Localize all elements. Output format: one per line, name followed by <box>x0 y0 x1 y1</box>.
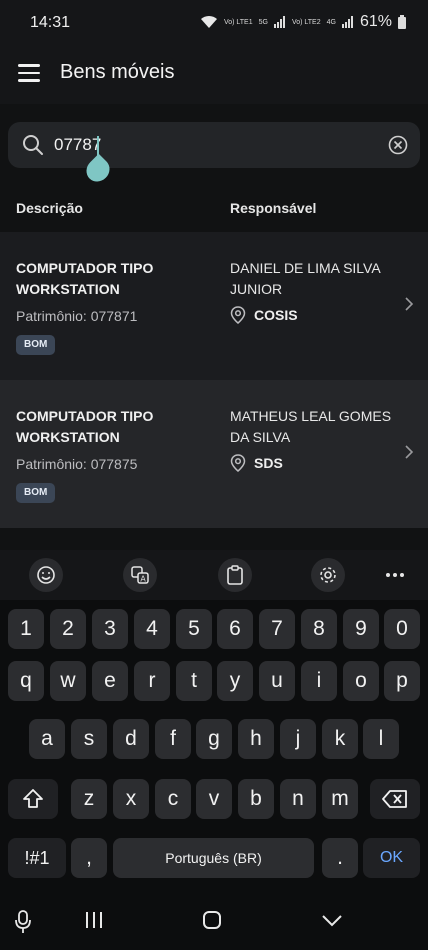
key-k[interactable]: k <box>322 719 358 759</box>
battery-level: 61% <box>359 13 392 30</box>
signal-icon <box>341 16 353 28</box>
key-f[interactable]: f <box>155 719 191 759</box>
5g-tag: 5G <box>258 18 268 26</box>
key-g[interactable]: g <box>196 719 232 759</box>
emoji-icon[interactable] <box>29 558 63 592</box>
keyboard: 1 2 3 4 5 6 7 8 9 0 q w e r t y u i o p … <box>0 600 428 896</box>
gear-icon[interactable] <box>311 558 345 592</box>
translate-icon[interactable]: A <box>123 558 157 592</box>
key-2[interactable]: 2 <box>50 609 86 649</box>
comma-key[interactable]: , <box>71 838 107 878</box>
search-icon <box>23 135 43 155</box>
row-location: SDS <box>230 454 283 472</box>
row-patrimonio: Patrimônio: 077875 <box>16 456 138 472</box>
status-time: 14:31 <box>30 14 71 31</box>
mic-icon[interactable] <box>14 910 32 934</box>
clipboard-icon[interactable] <box>218 558 252 592</box>
key-m[interactable]: m <box>322 779 358 819</box>
key-c[interactable]: c <box>155 779 191 819</box>
key-4[interactable]: 4 <box>134 609 170 649</box>
key-s[interactable]: s <box>71 719 107 759</box>
chevron-right-icon <box>405 445 414 459</box>
column-header-description: Descrição <box>16 200 83 216</box>
key-b[interactable]: b <box>238 779 274 819</box>
back-chevron-icon[interactable] <box>321 914 343 928</box>
system-nav-bar <box>0 896 428 950</box>
keyboard-toolbar: A <box>0 550 428 600</box>
space-key[interactable]: Português (BR) <box>113 838 314 878</box>
column-header-responsible: Responsável <box>230 200 317 216</box>
backspace-key[interactable] <box>370 779 420 819</box>
key-6[interactable]: 6 <box>217 609 253 649</box>
page-title: Bens móveis <box>60 61 175 83</box>
key-y[interactable]: y <box>217 661 253 701</box>
status-bar: 14:31 Vo) LTE1 5G Vo) LTE2 4G 61% <box>0 0 428 46</box>
key-0[interactable]: 0 <box>384 609 420 649</box>
sim1-tag: Vo) LTE1 <box>223 18 253 26</box>
signal-icon <box>273 16 285 28</box>
key-p[interactable]: p <box>384 661 420 701</box>
key-n[interactable]: n <box>280 779 316 819</box>
key-r[interactable]: r <box>134 661 170 701</box>
key-i[interactable]: i <box>301 661 337 701</box>
row-location-text: SDS <box>254 455 283 471</box>
period-key[interactable]: . <box>322 838 358 878</box>
4g-tag: 4G <box>326 18 336 26</box>
row-patrimonio: Patrimônio: 077871 <box>16 308 138 324</box>
key-e[interactable]: e <box>92 661 128 701</box>
clear-circle-icon[interactable] <box>388 135 408 155</box>
recents-icon[interactable] <box>84 910 104 930</box>
row-description: COMPUTADOR TIPO WORKSTATION <box>16 260 154 297</box>
chevron-right-icon <box>405 297 414 311</box>
menu-icon[interactable] <box>18 64 40 82</box>
table-row[interactable]: COMPUTADOR TIPO WORKSTATION Patrimônio: … <box>0 380 428 528</box>
more-dots-icon[interactable] <box>378 558 412 592</box>
key-8[interactable]: 8 <box>301 609 337 649</box>
symbols-key[interactable]: !#1 <box>8 838 66 878</box>
backspace-icon <box>382 790 407 808</box>
row-responsible: DANIEL DE LIMA SILVA JUNIOR <box>230 260 380 297</box>
battery-icon <box>398 15 406 29</box>
shift-key[interactable] <box>8 779 58 819</box>
row-responsible: MATHEUS LEAL GOMES DA SILVA <box>230 408 392 445</box>
key-w[interactable]: w <box>50 661 86 701</box>
key-7[interactable]: 7 <box>259 609 295 649</box>
key-q[interactable]: q <box>8 661 44 701</box>
key-5[interactable]: 5 <box>176 609 212 649</box>
key-t[interactable]: t <box>176 661 212 701</box>
search-input[interactable] <box>54 132 374 158</box>
key-j[interactable]: j <box>280 719 316 759</box>
key-d[interactable]: d <box>113 719 149 759</box>
key-9[interactable]: 9 <box>343 609 379 649</box>
ok-key[interactable]: OK <box>363 838 420 878</box>
status-badge: BOM <box>16 335 56 355</box>
home-icon[interactable] <box>202 910 222 930</box>
key-x[interactable]: x <box>113 779 149 819</box>
location-pin-icon <box>230 454 246 472</box>
svg-text:A: A <box>140 575 146 584</box>
search-bar[interactable] <box>8 122 420 168</box>
row-location-text: COSIS <box>254 307 298 323</box>
status-indicators: Vo) LTE1 5G Vo) LTE2 4G 61% <box>200 13 406 31</box>
wifi-icon <box>200 15 217 28</box>
key-h[interactable]: h <box>238 719 274 759</box>
key-a[interactable]: a <box>29 719 65 759</box>
key-o[interactable]: o <box>343 661 379 701</box>
key-u[interactable]: u <box>259 661 295 701</box>
status-badge: BOM <box>16 483 56 503</box>
sim2-tag: Vo) LTE2 <box>291 18 321 26</box>
row-location: COSIS <box>230 306 298 324</box>
key-z[interactable]: z <box>71 779 107 819</box>
key-1[interactable]: 1 <box>8 609 44 649</box>
shift-icon <box>23 789 43 808</box>
location-pin-icon <box>230 306 246 324</box>
key-l[interactable]: l <box>363 719 399 759</box>
app-bar: Bens móveis <box>0 46 428 104</box>
key-v[interactable]: v <box>196 779 232 819</box>
table-row[interactable]: COMPUTADOR TIPO WORKSTATION Patrimônio: … <box>0 232 428 380</box>
key-3[interactable]: 3 <box>92 609 128 649</box>
row-description: COMPUTADOR TIPO WORKSTATION <box>16 408 154 445</box>
